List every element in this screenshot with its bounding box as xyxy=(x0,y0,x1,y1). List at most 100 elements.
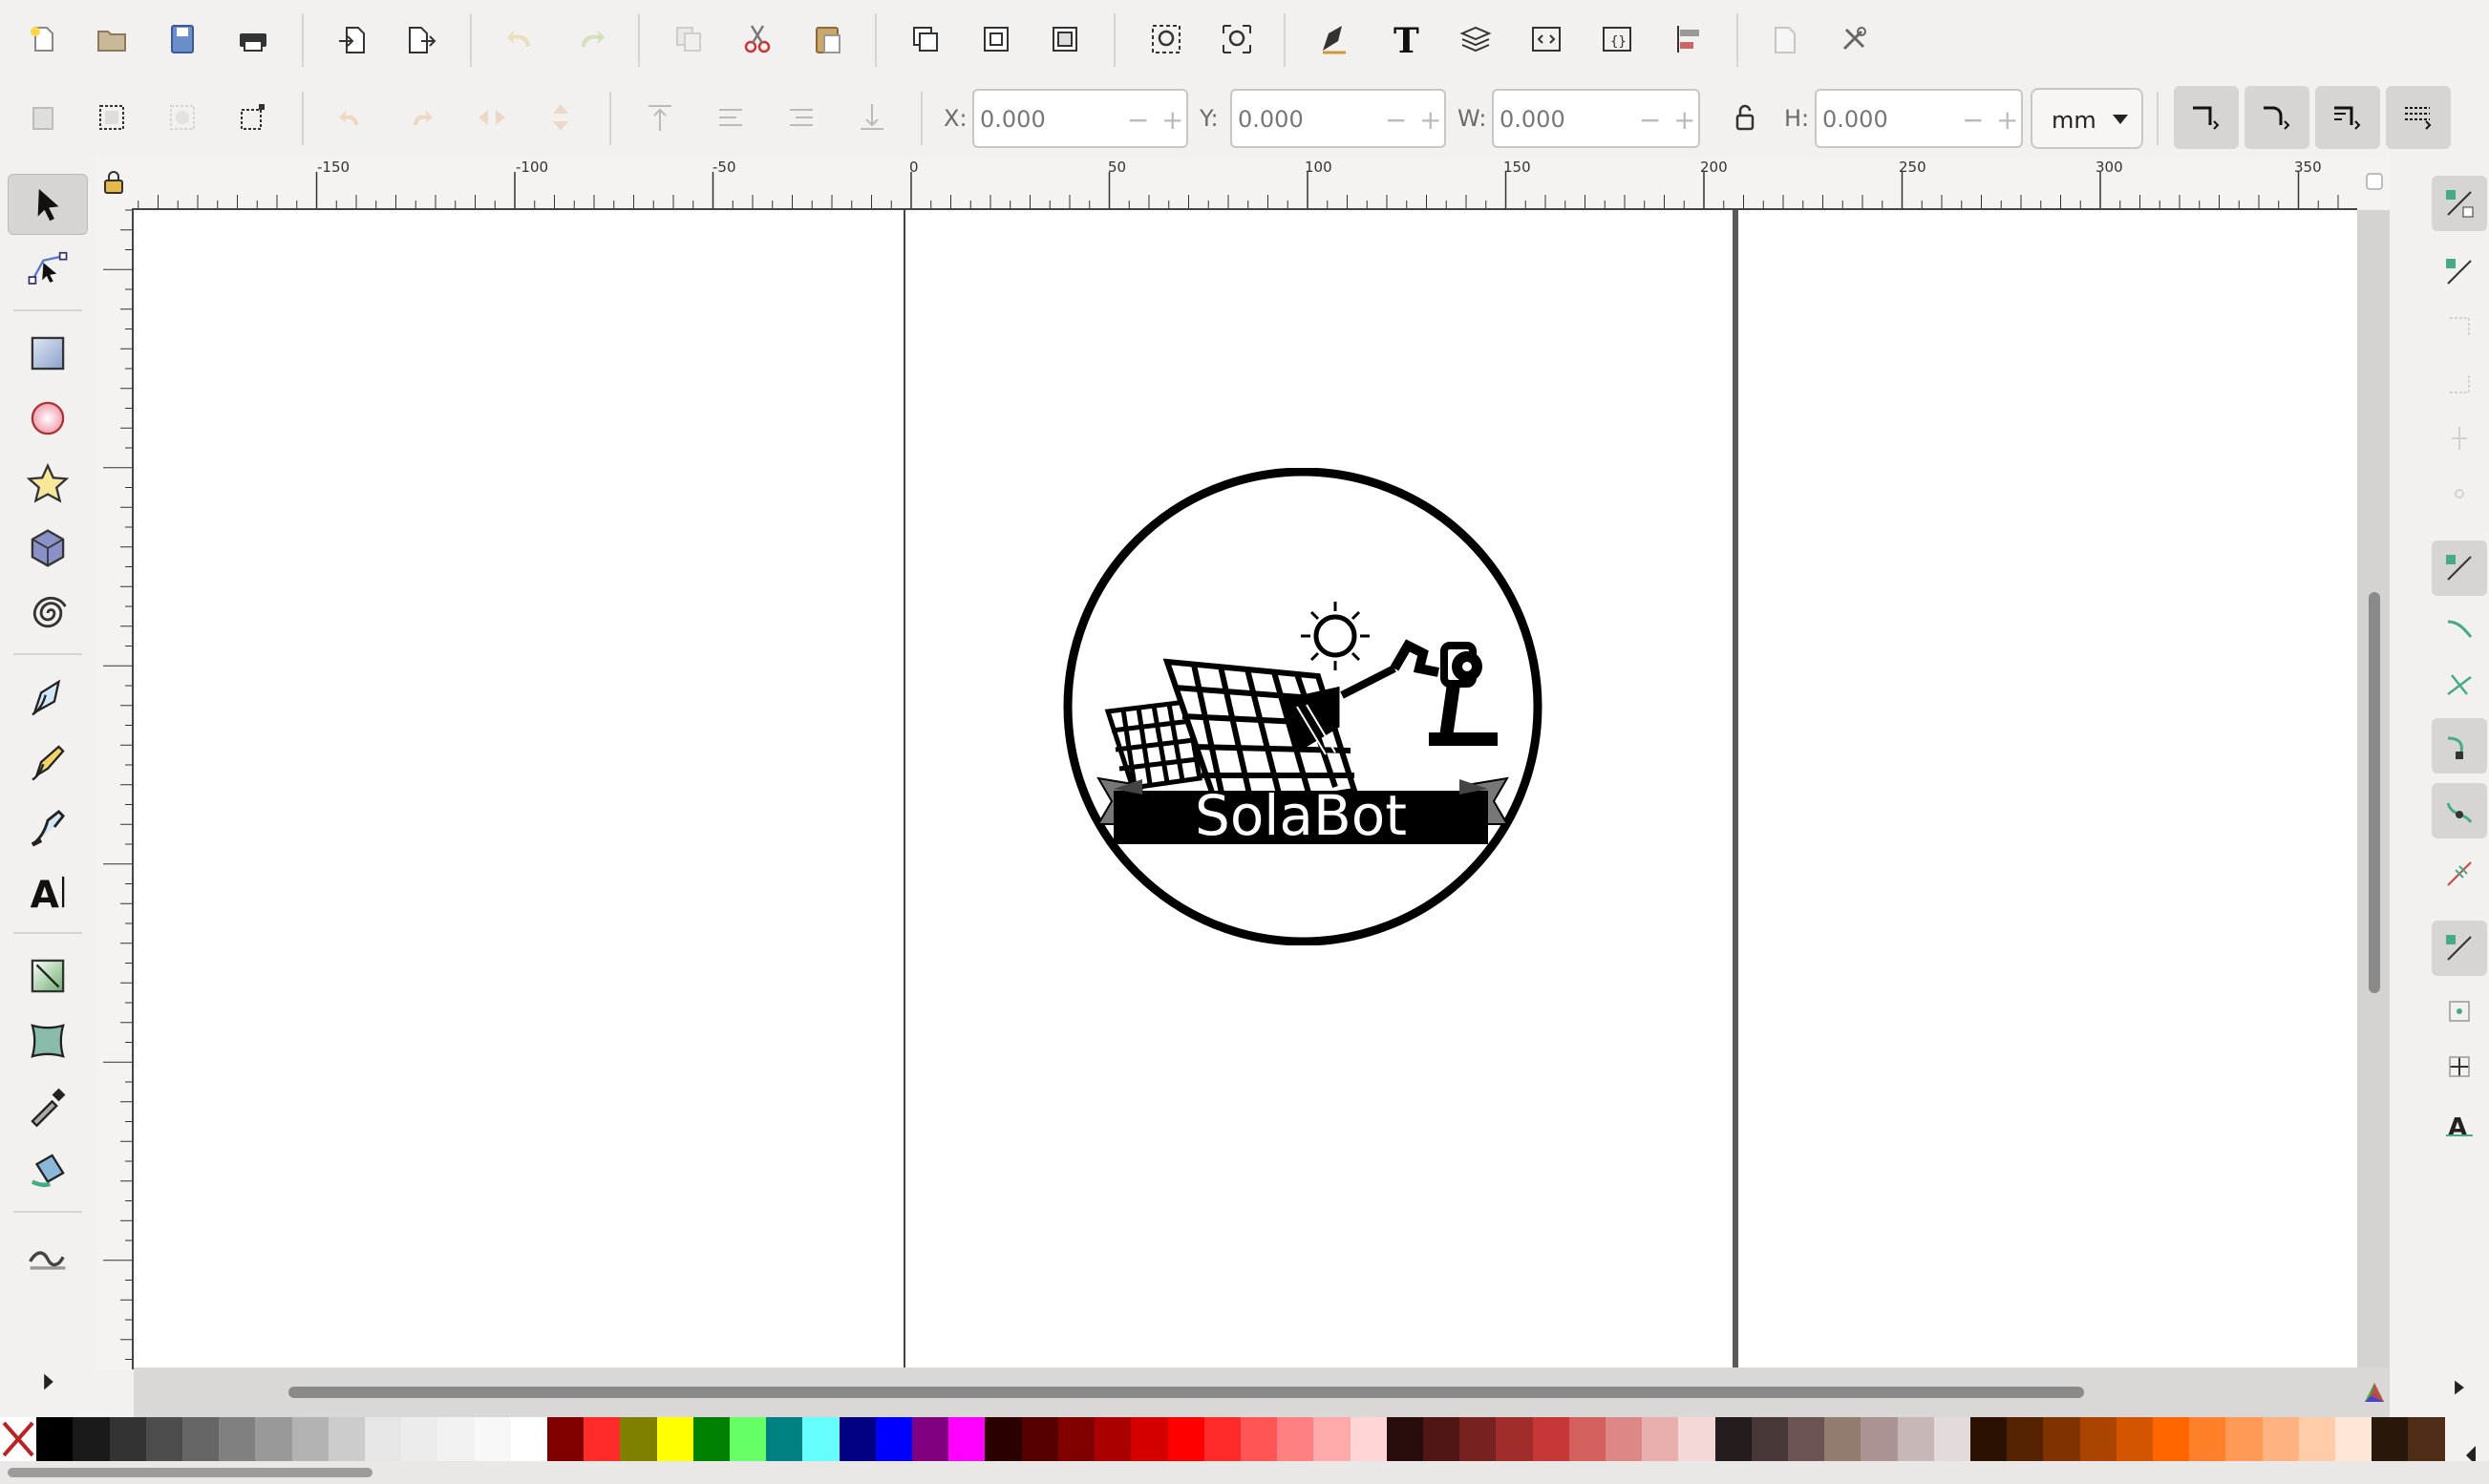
color-swatch[interactable] xyxy=(2116,1417,2153,1461)
color-swatch[interactable] xyxy=(1751,1417,1788,1461)
snap-rotation-centers-icon[interactable] xyxy=(2432,1039,2487,1094)
color-swatch[interactable] xyxy=(255,1417,292,1461)
snap-bbox-corners-icon[interactable] xyxy=(2432,355,2487,411)
dropper-tool-icon[interactable] xyxy=(8,1075,88,1136)
align-distribute-icon[interactable] xyxy=(1658,10,1717,69)
paint-bucket-tool-icon[interactable] xyxy=(8,1140,88,1201)
color-swatch[interactable] xyxy=(1568,1417,1606,1461)
color-swatch[interactable] xyxy=(1605,1417,1643,1461)
zoom-selection-icon[interactable] xyxy=(1137,10,1196,69)
cut-icon[interactable] xyxy=(728,10,787,69)
new-document-icon[interactable] xyxy=(13,10,73,69)
gradient-tool-icon[interactable] xyxy=(8,945,88,1007)
pen-tool-icon[interactable] xyxy=(8,667,88,728)
spiral-tool-icon[interactable] xyxy=(8,583,88,644)
color-swatch[interactable] xyxy=(1203,1417,1241,1461)
vertical-scrollbar-thumb[interactable] xyxy=(2369,592,2380,993)
calligraphy-tool-icon[interactable] xyxy=(8,796,88,858)
snap-others-icon[interactable] xyxy=(2432,921,2487,976)
snap-cusp-nodes-icon[interactable] xyxy=(2432,718,2487,774)
color-swatch[interactable] xyxy=(1532,1417,1569,1461)
color-swatch[interactable] xyxy=(1386,1417,1423,1461)
star-tool-icon[interactable] xyxy=(8,453,88,514)
color-swatch[interactable] xyxy=(730,1417,767,1461)
snap-bbox-icon[interactable] xyxy=(2432,244,2487,300)
color-swatch[interactable] xyxy=(2043,1417,2080,1461)
color-swatch[interactable] xyxy=(328,1417,366,1461)
flip-horizontal-icon[interactable] xyxy=(462,88,521,147)
color-swatch[interactable] xyxy=(1240,1417,1278,1461)
ellipse-tool-icon[interactable] xyxy=(8,388,88,449)
mesh-tool-icon[interactable] xyxy=(8,1010,88,1071)
color-swatch[interactable] xyxy=(584,1417,621,1461)
lock-ratio-icon[interactable] xyxy=(1715,88,1775,147)
unlink-clone-icon[interactable] xyxy=(1035,10,1095,69)
color-swatch[interactable] xyxy=(2408,1417,2445,1461)
palette-scrollbar-thumb[interactable] xyxy=(8,1468,372,1477)
open-folder-icon[interactable] xyxy=(82,10,141,69)
xml-editor-icon[interactable] xyxy=(1517,10,1576,69)
tweak-tool-icon[interactable] xyxy=(8,1224,88,1285)
paste-icon[interactable] xyxy=(798,10,858,69)
y-decrement-button[interactable]: − xyxy=(1385,104,1407,136)
color-swatch[interactable] xyxy=(2225,1417,2263,1461)
toolbox-expand-icon[interactable] xyxy=(19,1358,78,1406)
snap-paths-icon[interactable] xyxy=(2432,602,2487,657)
rotate-cw-icon[interactable] xyxy=(392,88,451,147)
color-swatch[interactable] xyxy=(219,1417,256,1461)
color-swatch[interactable] xyxy=(1678,1417,1715,1461)
text-tool-icon[interactable]: A xyxy=(8,861,88,922)
scale-corners-icon[interactable] xyxy=(2244,86,2309,149)
color-swatch[interactable] xyxy=(1459,1417,1497,1461)
lower-to-bottom-icon[interactable] xyxy=(842,88,902,147)
clone-icon[interactable] xyxy=(967,10,1026,69)
transform-patterns-icon[interactable] xyxy=(2386,86,2451,149)
color-swatch[interactable] xyxy=(1313,1417,1351,1461)
color-swatch[interactable] xyxy=(73,1417,110,1461)
snap-path-intersections-icon[interactable] xyxy=(2432,657,2487,712)
no-paint-swatch[interactable] xyxy=(0,1417,37,1461)
color-swatch[interactable] xyxy=(692,1417,731,1461)
color-swatch[interactable] xyxy=(2079,1417,2117,1461)
snap-nodes-icon[interactable] xyxy=(2432,541,2487,596)
color-swatch[interactable] xyxy=(1277,1417,1314,1461)
color-wheel-icon[interactable] xyxy=(2361,1379,2388,1406)
color-swatch[interactable] xyxy=(875,1417,913,1461)
preferences-icon[interactable] xyxy=(1824,10,1883,69)
w-field[interactable]: 0.000 − + xyxy=(1492,89,1700,148)
color-swatch[interactable] xyxy=(1167,1417,1204,1461)
color-swatch[interactable] xyxy=(145,1417,183,1461)
h-field[interactable]: 0.000 − + xyxy=(1815,89,2023,148)
y-field[interactable]: 0.000 − + xyxy=(1230,89,1446,148)
duplicate-icon[interactable] xyxy=(896,10,955,69)
snap-text-baseline-icon[interactable]: A xyxy=(2432,1096,2487,1152)
deselect-icon[interactable] xyxy=(223,88,283,147)
color-swatch[interactable] xyxy=(1714,1417,1752,1461)
color-swatch[interactable] xyxy=(802,1417,840,1461)
raise-icon[interactable] xyxy=(701,88,760,147)
color-swatch[interactable] xyxy=(1496,1417,1533,1461)
color-swatch[interactable] xyxy=(401,1417,438,1461)
invert-selection-icon[interactable] xyxy=(153,88,212,147)
unit-dropdown[interactable]: mm xyxy=(2031,88,2143,149)
color-swatch[interactable] xyxy=(1642,1417,1679,1461)
color-swatch[interactable] xyxy=(1787,1417,1825,1461)
color-swatch[interactable] xyxy=(1969,1417,2008,1461)
3d-box-tool-icon[interactable] xyxy=(8,518,88,579)
rectangle-tool-icon[interactable] xyxy=(8,323,88,384)
h-decrement-button[interactable]: − xyxy=(1962,104,1984,136)
layers-icon[interactable] xyxy=(1446,10,1505,69)
snap-line-midpoints-icon[interactable] xyxy=(2432,846,2487,901)
solabot-logo[interactable]: SolaBot xyxy=(1060,468,1557,945)
fill-stroke-icon[interactable] xyxy=(1305,10,1364,69)
snap-panel-expand-icon[interactable] xyxy=(2432,1360,2487,1415)
y-increment-button[interactable]: + xyxy=(1419,104,1441,136)
color-swatch[interactable] xyxy=(1057,1417,1096,1461)
transform-gradients-icon[interactable] xyxy=(2315,86,2380,149)
import-icon[interactable] xyxy=(323,10,382,69)
color-swatch[interactable] xyxy=(2152,1417,2190,1461)
color-swatch[interactable] xyxy=(1897,1417,1934,1461)
h-increment-button[interactable]: + xyxy=(1996,104,2018,136)
color-swatch[interactable] xyxy=(620,1417,657,1461)
color-swatch[interactable] xyxy=(547,1417,585,1461)
